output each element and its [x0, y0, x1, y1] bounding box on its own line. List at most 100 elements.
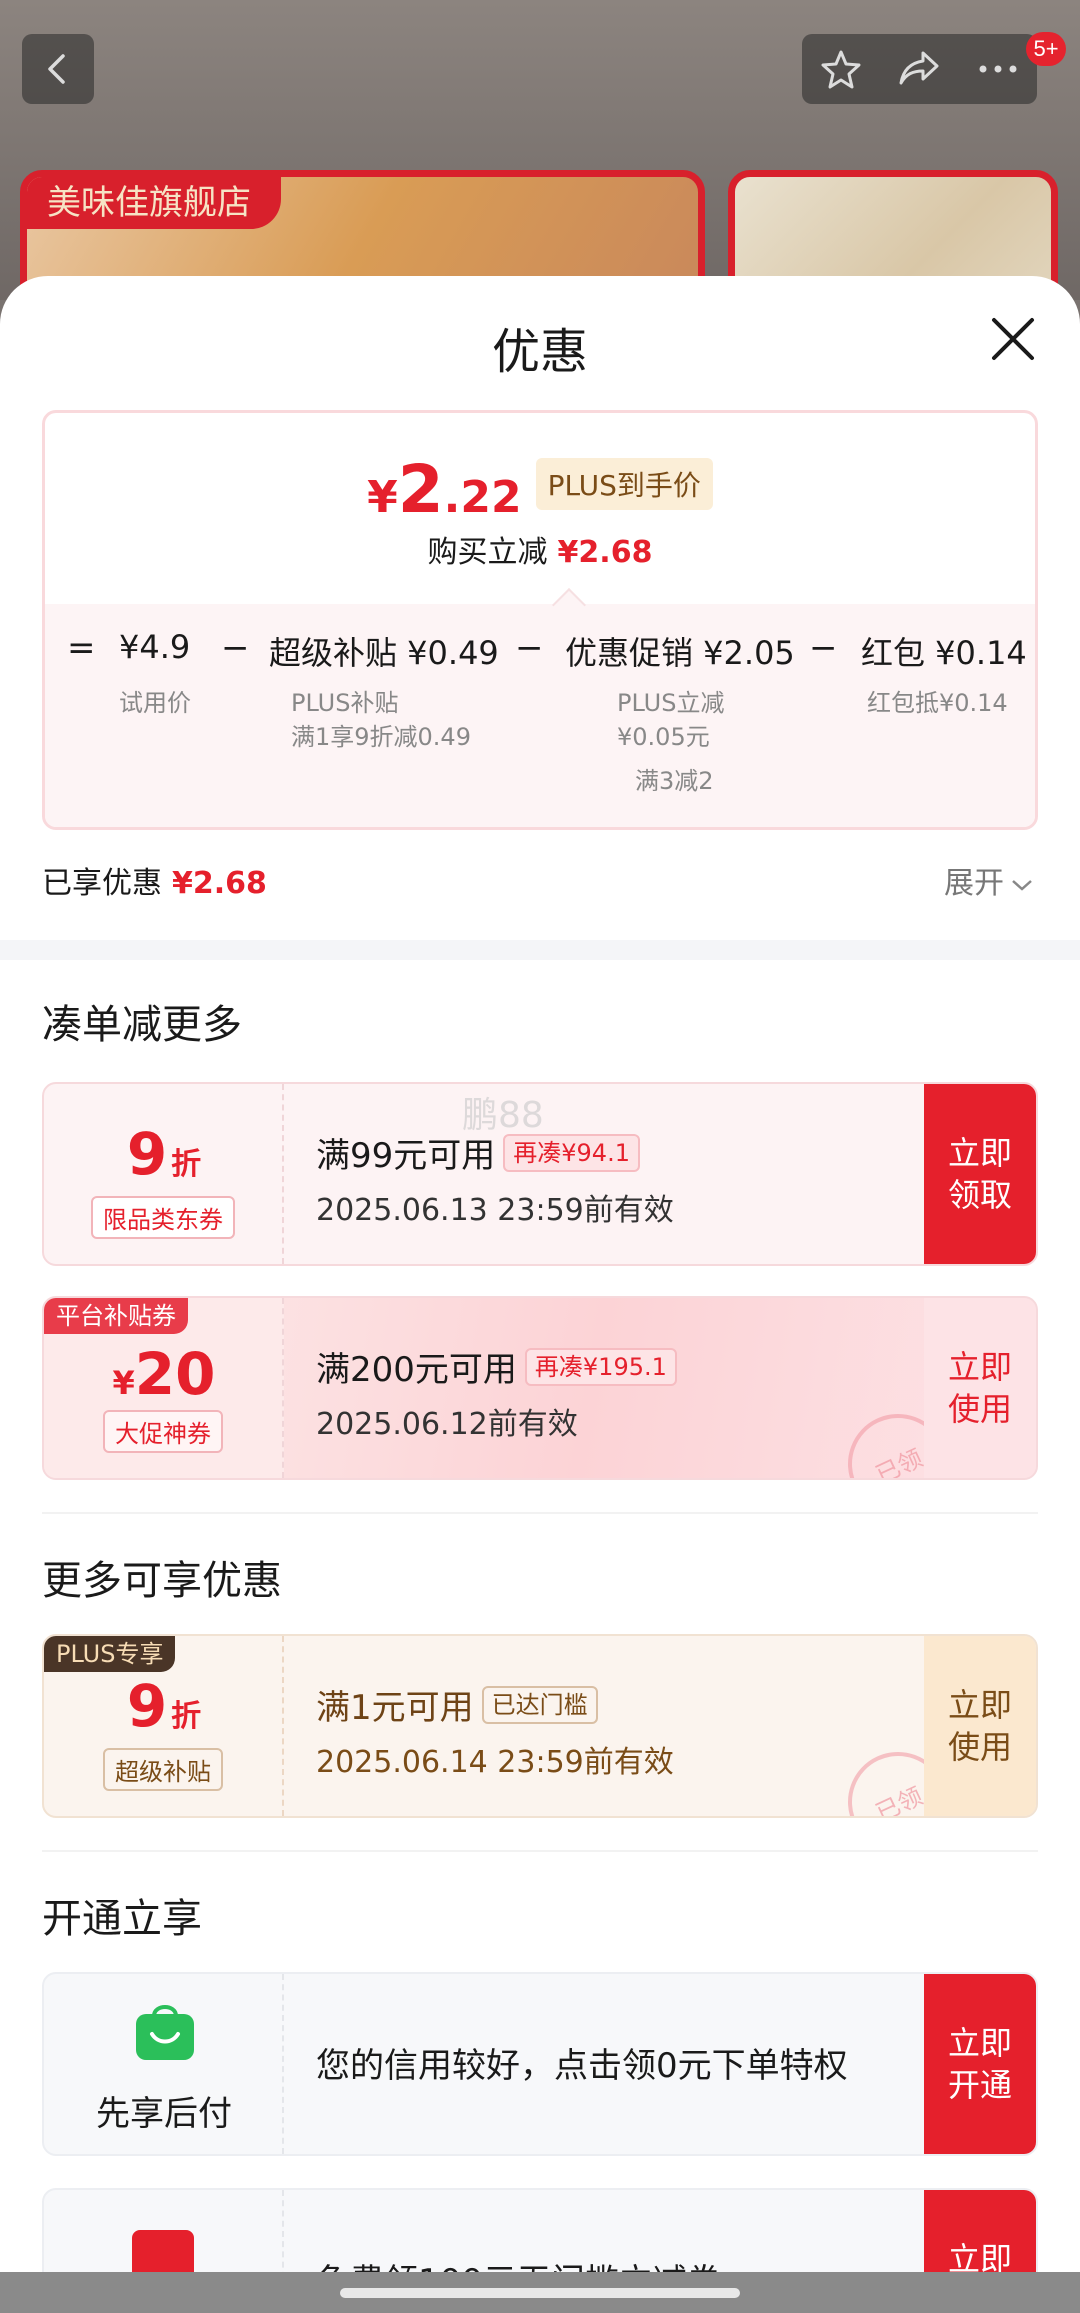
coupon-type-tag: 大促神券: [103, 1410, 223, 1453]
minus-sign: −: [515, 628, 544, 668]
service-description: 您的信用较好，点击领0元下单特权: [316, 2046, 848, 2086]
super-subsidy: 超级补贴 ¥0.49: [269, 634, 499, 672]
coupon-card: 9折 超级补贴 PLUS专享 满1元可用 已达门槛 2025.06.14 23:5…: [42, 1634, 1038, 1818]
expand-label: 展开: [944, 866, 1004, 901]
favorite-button[interactable]: [802, 48, 880, 90]
coupon-unit: 折: [171, 1699, 202, 1734]
action-line-2: 领取: [947, 1176, 1012, 1214]
plus-price-tag: PLUS到手价: [535, 457, 713, 510]
promotion-note-3: 满3减2: [635, 767, 714, 795]
action-line-2: 使用: [947, 1390, 1012, 1428]
shop-label: 美味佳旗舰店: [27, 177, 281, 229]
shopping-bag-icon: [134, 2000, 196, 2066]
home-indicator[interactable]: [340, 2288, 740, 2298]
action-line-2: 开通: [947, 2066, 1012, 2104]
minus-sign: −: [221, 628, 250, 668]
top-action-group: [802, 34, 1037, 104]
final-price: ¥ 2 .22 PLUS到手价: [45, 451, 1035, 528]
coupon-amount: ¥20: [44, 1340, 284, 1408]
coupon-card: ¥20 大促神券 平台补贴券 满200元可用 再凑¥195.1 2025.06.1…: [42, 1296, 1038, 1480]
trial-price-note: 试用价: [119, 689, 191, 717]
promotion-note-1: PLUS立减: [617, 689, 725, 717]
final-price-area: ¥ 2 .22 PLUS到手价 购买立减 ¥2.68: [45, 413, 1035, 603]
save-label: 购买立减: [427, 535, 548, 570]
platform-subsidy-tag: 平台补贴券: [44, 1298, 188, 1334]
share-icon: [899, 51, 939, 85]
price-formula: = ¥4.9 − 超级补贴 ¥0.49 − 优惠促销 ¥2.05 − 红包 ¥0…: [45, 604, 1035, 827]
section-divider: [0, 940, 1080, 960]
section-title-combine: 凑单减更多: [42, 1002, 242, 1048]
enjoyed-amount: ¥2.68: [172, 866, 267, 901]
save-amount: ¥2.68: [557, 535, 653, 570]
coupon-number: 20: [134, 1340, 216, 1408]
activate-button[interactable]: 立即 开通: [924, 1974, 1036, 2154]
equals-sign: =: [67, 628, 96, 668]
chevron-left-icon: [48, 54, 65, 84]
coupon-expiry: 2025.06.13 23:59前有效: [316, 1193, 674, 1228]
coupon-type-tag: 限品类东券: [91, 1196, 235, 1239]
price-integer: 2: [397, 451, 444, 528]
red-packet: 红包 ¥0.14: [861, 634, 1027, 672]
action-line-1: 立即: [947, 2024, 1012, 2062]
service-name: 先享后付: [96, 2094, 232, 2134]
use-button[interactable]: 立即 使用: [924, 1298, 1036, 1478]
coupon-number: 9: [126, 1672, 168, 1740]
price-decimal: .22: [443, 472, 522, 523]
instant-discount: 购买立减 ¥2.68: [45, 527, 1035, 571]
coupon-card: 9折 限品类东券 鹏88 满99元可用 再凑¥94.1 2025.06.13 23…: [42, 1082, 1038, 1266]
claim-button[interactable]: 立即 领取: [924, 1084, 1036, 1264]
more-dots-icon: [979, 65, 1017, 73]
coupon-discount: 9折: [44, 1672, 284, 1740]
close-button[interactable]: [988, 314, 1038, 364]
coupon-discount: 9折: [44, 1120, 284, 1188]
minus-sign: −: [809, 628, 838, 668]
divider: [42, 1512, 1038, 1514]
coupon-condition: 满200元可用: [316, 1350, 517, 1390]
coupon-details: 满1元可用 已达门槛 2025.06.14 23:59前有效: [316, 1680, 674, 1781]
coupon-expiry: 2025.06.14 23:59前有效: [316, 1745, 674, 1780]
star-icon: [821, 50, 861, 89]
chevron-down-icon: [1012, 879, 1032, 891]
section-title-more: 更多可享优惠: [42, 1558, 282, 1604]
more-button[interactable]: [959, 64, 1037, 74]
notification-badge: 5+: [1026, 32, 1066, 66]
coupon-number: 9: [126, 1120, 168, 1188]
coupon-value: 9折 限品类东券: [44, 1084, 284, 1264]
promotion: 优惠促销 ¥2.05: [565, 634, 795, 672]
red-packet-note: 红包抵¥0.14: [867, 689, 1008, 717]
use-button[interactable]: 立即 使用: [924, 1636, 1036, 1816]
coupon-currency: ¥: [112, 1364, 135, 1402]
trial-price: ¥4.9: [119, 628, 191, 666]
remaining-amount-pill: 再凑¥195.1: [524, 1347, 677, 1386]
share-button[interactable]: [880, 49, 958, 89]
service-brand: 先享后付: [44, 1974, 284, 2154]
enjoyed-discount: 已享优惠 ¥2.68: [42, 858, 267, 902]
action-line-1: 立即: [947, 1686, 1012, 1724]
section-title-open: 开通立享: [42, 1896, 202, 1942]
coupon-details: 满200元可用 再凑¥195.1 2025.06.12前有效: [316, 1342, 677, 1443]
subsidy-note-1: PLUS补贴: [291, 689, 399, 717]
action-line-2: 使用: [947, 1728, 1012, 1766]
coupon-unit: 折: [171, 1147, 202, 1182]
discount-sheet: 优惠 ¥ 2 .22 PLUS到手价 购买立减 ¥2.68 = ¥4.9 − 超级…: [0, 276, 1080, 2313]
coupon-type-tag: 超级补贴: [103, 1748, 223, 1791]
coupon-condition: 满1元可用: [316, 1688, 474, 1728]
sheet-title: 优惠: [491, 324, 588, 380]
plus-exclusive-tag: PLUS专享: [44, 1636, 176, 1672]
service-card: 先享后付 您的信用较好，点击领0元下单特权 立即开通: [42, 1972, 1038, 2156]
promotion-note-2: ¥0.05元: [617, 723, 710, 751]
threshold-met-pill: 已达门槛: [481, 1685, 598, 1724]
price-currency: ¥: [367, 472, 398, 523]
close-icon: [992, 318, 1034, 360]
price-breakdown: ¥ 2 .22 PLUS到手价 购买立减 ¥2.68 = ¥4.9 − 超级补贴 …: [42, 410, 1038, 830]
expand-button[interactable]: 展开: [944, 858, 1034, 902]
remaining-amount-pill: 再凑¥94.1: [503, 1133, 640, 1172]
back-button[interactable]: [22, 34, 94, 104]
action-line-1: 立即: [947, 1348, 1012, 1386]
enjoyed-label: 已享优惠: [42, 866, 162, 901]
coupon-condition: 满99元可用: [316, 1136, 496, 1176]
coupon-details: 满99元可用 再凑¥94.1 2025.06.13 23:59前有效: [316, 1128, 674, 1229]
subsidy-note-2: 满1享9折减0.49: [291, 723, 471, 751]
divider: [42, 1850, 1038, 1852]
action-line-1: 立即: [947, 1134, 1012, 1172]
